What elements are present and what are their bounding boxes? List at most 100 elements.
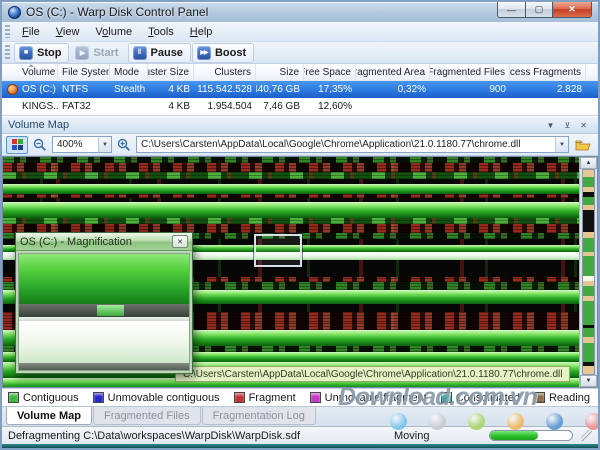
resize-grip[interactable] — [581, 430, 592, 441]
bottom-tabs: Volume Map Fragmented Files Fragmentation … — [2, 406, 598, 426]
tab-fragmented-files[interactable]: Fragmented Files — [92, 407, 201, 425]
cell: FAT32 — [62, 101, 91, 112]
column-header-mode[interactable]: Mode — [110, 64, 148, 80]
chevron-down-icon[interactable]: ▼ — [555, 137, 568, 152]
tab-fragmentation-log[interactable]: Fragmentation Log — [201, 407, 316, 425]
legend-item-fragment: Fragment — [233, 391, 296, 404]
window-bottom-edge — [2, 444, 598, 448]
column-header-volume[interactable]: Volume — [2, 64, 58, 80]
legend-label: Contiguous — [23, 391, 79, 404]
legend-label: Fragment — [248, 391, 296, 404]
cell: 115.542.528 — [197, 84, 252, 95]
map-minimap-track[interactable] — [582, 169, 595, 375]
column-header-fragmented-area[interactable]: Fragmented Area — [356, 64, 430, 80]
minimap-segment — [583, 238, 594, 253]
status-message: Defragmenting C:\Data\workspaces\WarpDis… — [8, 429, 300, 442]
menu-volume[interactable]: Volume — [87, 24, 140, 40]
column-header-excess-fragments[interactable]: Excess Fragments — [510, 64, 586, 80]
magnification-window[interactable]: OS (C:) - Magnification ✕ — [15, 232, 193, 374]
menu-file[interactable]: File — [14, 24, 48, 40]
panel-pin-icon[interactable]: ⊻ — [559, 121, 575, 130]
map-tooltip: C:\Users\Carsten\AppData\Local\Google\Ch… — [175, 366, 571, 382]
maximize-button[interactable]: ▢ — [525, 2, 552, 18]
colored-blocks-icon — [11, 139, 23, 150]
legend-label: Unmovable fragment — [324, 391, 427, 404]
toolbar-grip[interactable] — [5, 24, 10, 39]
map-band — [3, 163, 579, 172]
main-toolbar: ■ Stop ▶ Start ‖ Pause ▶▶ Boost — [2, 42, 598, 64]
pause-button[interactable]: ‖ Pause — [127, 42, 191, 63]
legend-color-swatch — [533, 392, 545, 403]
volume-map-panel-header: Volume Map ▼ ⊻ ✕ — [2, 116, 598, 134]
magnification-close-button[interactable]: ✕ — [172, 235, 188, 248]
map-scrollbar[interactable]: ▲ ▼ — [579, 157, 597, 387]
minimize-button[interactable]: — — [497, 2, 525, 18]
open-folder-button[interactable] — [572, 136, 594, 154]
minimap-segment — [583, 196, 594, 206]
column-header-fragmented-files[interactable]: Fragmented Files — [430, 64, 510, 80]
cell — [430, 98, 510, 115]
zoom-in-button[interactable] — [115, 136, 133, 154]
volume-map-canvas[interactable]: ▲ ▼ C:\Users\Carsten\AppData\Local\Googl… — [2, 156, 598, 388]
play-icon: ▶ — [75, 45, 90, 60]
magnification-region-box[interactable] — [253, 233, 303, 268]
volume-status-icon — [7, 84, 18, 95]
folder-icon — [575, 140, 591, 151]
stop-icon: ■ — [19, 45, 33, 60]
file-path-select[interactable]: C:\Users\Carsten\AppData\Local\Google\Ch… — [136, 136, 569, 153]
scroll-down-icon[interactable]: ▼ — [580, 375, 597, 387]
map-band — [3, 172, 579, 179]
panel-close-icon[interactable]: ✕ — [575, 121, 592, 130]
volume-row[interactable]: OS (C:) NTFS Stealth 4 KB 115.542.528 440,76 … — [2, 81, 598, 98]
magnified-band — [19, 254, 189, 304]
cell: 900 — [489, 84, 506, 95]
minimap-segment — [583, 176, 594, 188]
legend-item-contiguous: Contiguous — [8, 392, 79, 404]
zoom-level-select[interactable]: 400% ▼ — [52, 136, 112, 153]
progress-fill — [490, 431, 538, 440]
stop-button[interactable]: ■ Stop — [14, 42, 70, 63]
cell — [510, 98, 586, 115]
magnified-band — [19, 363, 189, 370]
zoom-level-value: 400% — [57, 139, 83, 150]
cell: 0,32% — [397, 84, 426, 95]
menu-help[interactable]: Help — [182, 24, 221, 40]
column-header-size[interactable]: Size — [256, 64, 304, 80]
close-button[interactable]: ✕ — [552, 2, 592, 18]
title-bar[interactable]: OS (C:) - Warp Disk Control Panel — ▢ ✕ — [2, 2, 598, 22]
cell: 17,35% — [318, 84, 352, 95]
column-header-free-space[interactable]: Free Space — [304, 64, 356, 80]
window-controls: — ▢ ✕ — [497, 2, 592, 18]
column-header-file-system[interactable]: File System — [58, 64, 110, 80]
volume-row[interactable]: KINGS... FAT32 4 KB 1.954.504 7,46 GB 12,60% — [2, 98, 598, 115]
volume-table: VolumeFile SystemModeCluster SizeCluster… — [2, 64, 598, 116]
toolbar-button-label: Start — [93, 46, 119, 59]
column-header-clusters[interactable]: Clusters — [194, 64, 256, 80]
panel-title: Volume Map — [8, 119, 70, 131]
zoom-out-button[interactable] — [31, 136, 49, 154]
menu-view[interactable]: View — [48, 24, 88, 40]
legend-item-consolidated: Consolidated — [440, 392, 520, 404]
boost-button[interactable]: ▶▶ Boost — [191, 42, 255, 63]
legend-color-swatch — [92, 392, 104, 403]
menu-bar: File View Volume Tools Help — [2, 22, 598, 42]
tab-volume-map[interactable]: Volume Map — [6, 407, 92, 425]
toolbar-grip[interactable] — [5, 45, 10, 60]
column-header-cluster-size[interactable]: Cluster Size — [148, 64, 194, 80]
block-view-button[interactable] — [6, 135, 28, 154]
scroll-up-icon[interactable]: ▲ — [580, 157, 597, 169]
sort-asc-icon — [28, 64, 34, 67]
minimap-segment — [583, 328, 594, 337]
magnification-title-bar[interactable]: OS (C:) - Magnification ✕ — [16, 233, 192, 251]
menu-tools[interactable]: Tools — [140, 24, 182, 40]
minimap-segment — [583, 170, 594, 177]
legend-color-swatch — [309, 392, 321, 403]
chevron-down-icon[interactable]: ▼ — [98, 137, 111, 152]
minimap-segment — [583, 255, 594, 277]
cell: 2.828 — [556, 84, 582, 95]
panel-collapse-icon[interactable]: ▼ — [542, 121, 560, 130]
status-bar: Defragmenting C:\Data\workspaces\WarpDis… — [2, 426, 598, 444]
cell: 4 KB — [168, 84, 190, 95]
legend-item-unmovable-contiguous: Unmovable contiguous — [92, 392, 220, 404]
cell — [356, 98, 430, 115]
